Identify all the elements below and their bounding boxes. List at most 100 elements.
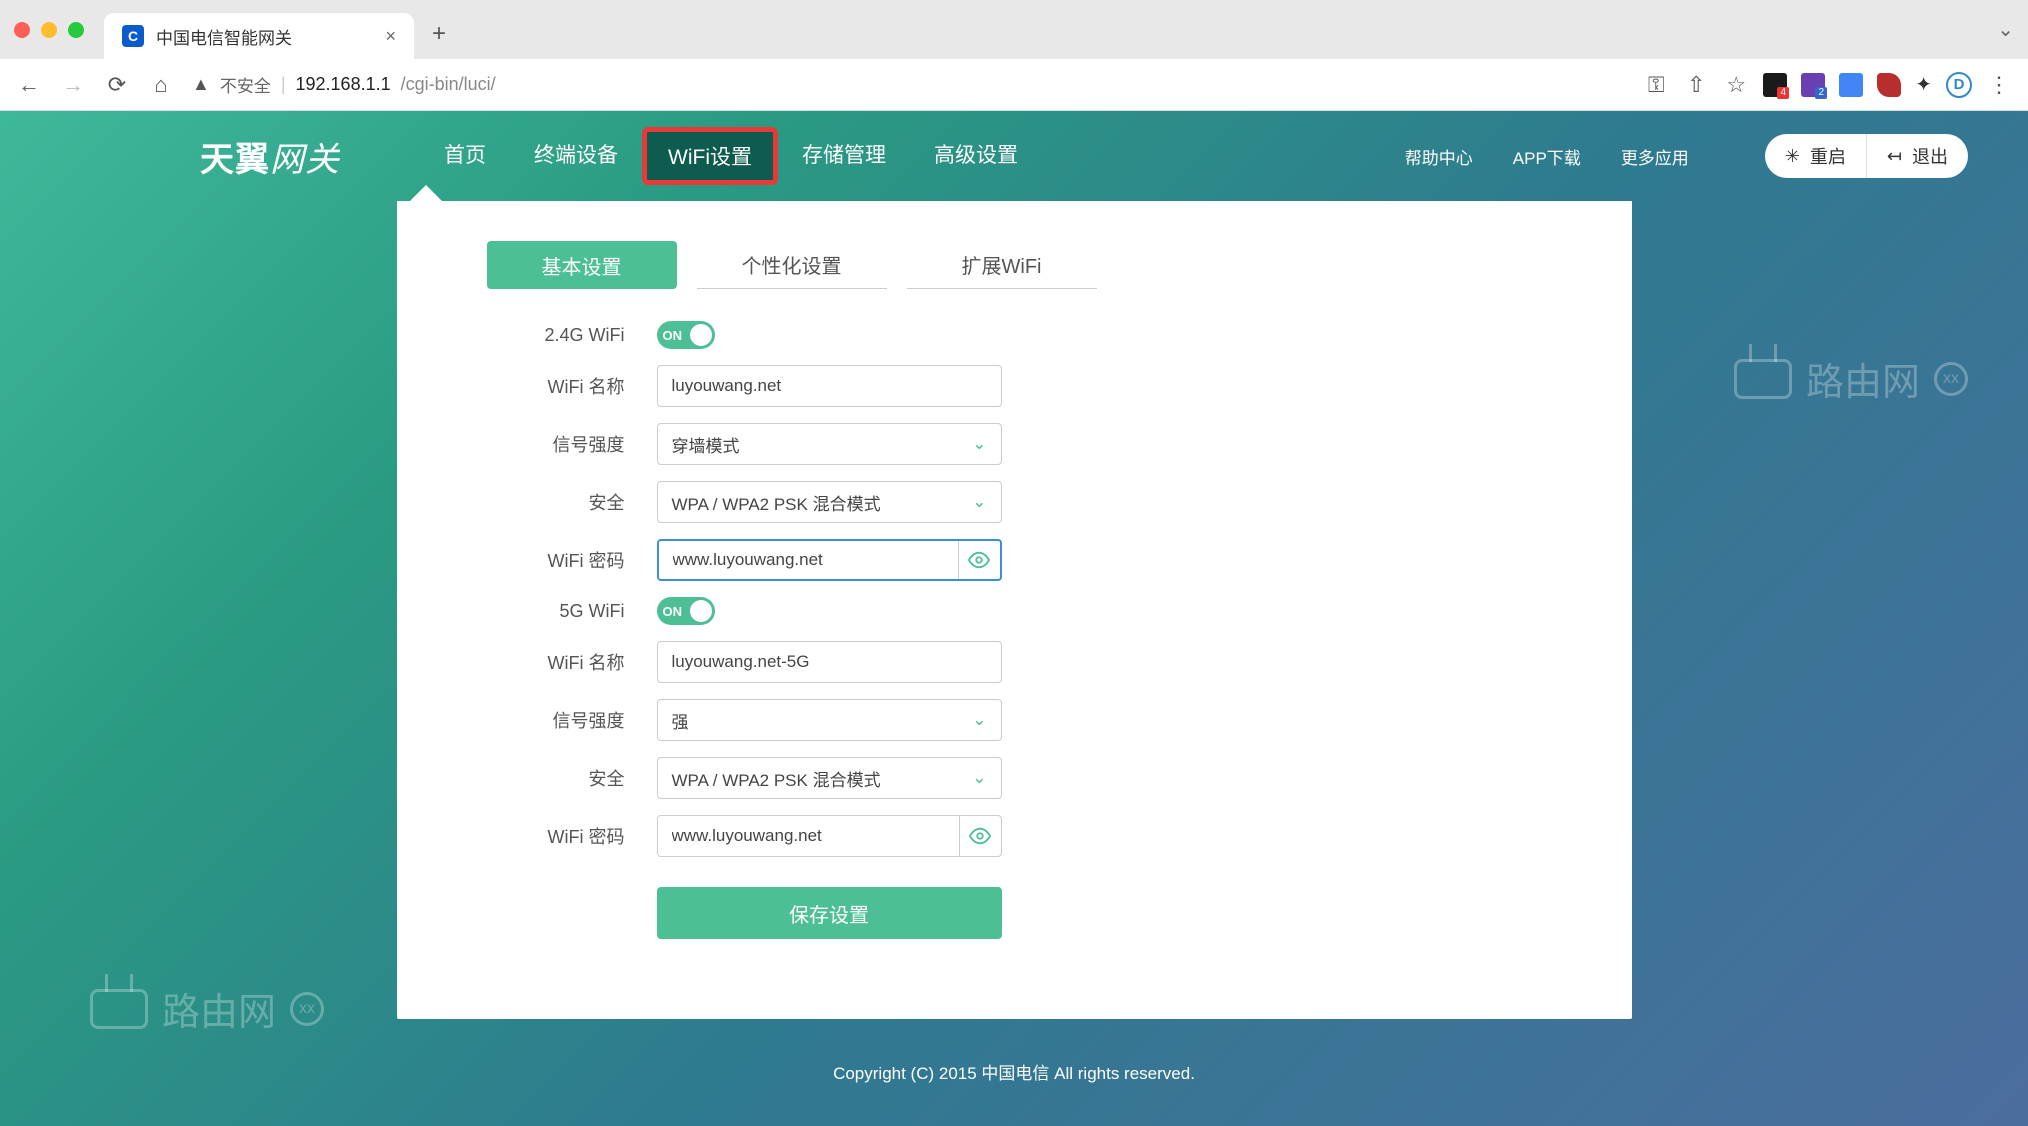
favicon-icon: C [122,25,144,47]
maximize-window-button[interactable] [68,22,84,38]
footer-copyright: Copyright (C) 2015 中国电信 All rights reser… [0,1059,2028,1084]
nav-storage[interactable]: 存储管理 [778,127,910,185]
top-nav: 天翼网关 首页 终端设备 WiFi设置 存储管理 高级设置 帮助中心 APP下载… [0,111,2028,201]
browser-tab[interactable]: C 中国电信智能网关 × [104,13,414,59]
action-buttons: ✳ 重启 ↤ 退出 [1765,134,1968,178]
extension-profile-icon[interactable]: D [1946,72,1972,98]
input-24g-password[interactable] [659,541,958,579]
extension-2-icon[interactable] [1801,73,1825,97]
nav-advanced[interactable]: 高级设置 [910,127,1042,185]
toggle-on-text: ON [663,604,683,619]
select-5g-signal[interactable]: 强 ⌄ [657,699,1002,741]
logo-main: 天翼 [200,132,270,181]
input-24g-name[interactable] [657,365,1002,407]
new-tab-button[interactable]: + [432,20,446,48]
forward-button: → [60,72,86,98]
link-more-apps[interactable]: 更多应用 [1621,144,1689,169]
home-button[interactable]: ⌂ [148,72,174,98]
select-24g-signal[interactable]: 穿墙模式 ⌄ [657,423,1002,465]
insecure-label: 不安全 [220,72,271,97]
minimize-window-button[interactable] [41,22,57,38]
chevron-down-icon: ⌄ [972,434,986,454]
back-button[interactable]: ← [16,72,42,98]
label-24g-signal: 信号强度 [397,431,657,457]
extension-1-icon[interactable] [1763,73,1787,97]
reload-button[interactable]: ⟳ [104,72,130,98]
eye-icon[interactable] [958,541,1000,579]
share-icon[interactable]: ⇧ [1683,72,1709,98]
toggle-knob [690,600,712,622]
nav-home[interactable]: 首页 [420,127,510,185]
input-24g-password-wrap [657,539,1002,581]
chevron-down-icon: ⌄ [972,710,986,730]
label-5g-toggle: 5G WiFi [397,601,657,622]
tab-title: 中国电信智能网关 [156,24,373,49]
toggle-24g[interactable]: ON [657,321,715,349]
tabs-overflow-icon[interactable]: ⌄ [1997,17,2014,42]
url-host: 192.168.1.1 [296,74,391,95]
save-button[interactable]: 保存设置 [657,887,1002,939]
close-tab-icon[interactable]: × [385,26,396,47]
address-bar[interactable]: ▲ 不安全 | 192.168.1.1/cgi-bin/luci/ [192,72,1625,97]
extensions-menu-icon[interactable]: ✦ [1915,72,1932,97]
toggle-on-text: ON [663,328,683,343]
nav-wifi[interactable]: WiFi设置 [642,127,778,185]
window-controls [14,22,84,38]
logout-button[interactable]: ↤ 退出 [1867,134,1968,178]
link-help[interactable]: 帮助中心 [1405,144,1473,169]
toolbar-right: ⚿ ⇧ ☆ ✦ D ⋮ [1643,72,2012,98]
main-nav: 首页 终端设备 WiFi设置 存储管理 高级设置 [420,127,1042,185]
wifi-form: 2.4G WiFi ON WiFi 名称 信号强度 [397,321,1632,939]
insecure-icon: ▲ [192,74,210,95]
menu-icon[interactable]: ⋮ [1986,72,2012,98]
restart-button[interactable]: ✳ 重启 [1765,134,1867,178]
logo-sub: 网关 [270,132,340,181]
select-value: WPA / WPA2 PSK 混合模式 [672,490,881,515]
tab-basic[interactable]: 基本设置 [487,241,677,289]
url-path: /cgi-bin/luci/ [401,74,496,95]
key-icon[interactable]: ⚿ [1643,72,1669,98]
loading-icon: ✳ [1785,146,1800,167]
content-panel: 基本设置 个性化设置 扩展WiFi 2.4G WiFi ON WiF [397,201,1632,1019]
label-24g-security: 安全 [397,489,657,515]
label-5g-password: WiFi 密码 [397,823,657,849]
select-5g-security[interactable]: WPA / WPA2 PSK 混合模式 ⌄ [657,757,1002,799]
nav-devices[interactable]: 终端设备 [510,127,642,185]
select-24g-security[interactable]: WPA / WPA2 PSK 混合模式 ⌄ [657,481,1002,523]
select-value: 穿墙模式 [672,432,740,457]
sub-tabs: 基本设置 个性化设置 扩展WiFi [397,241,1632,289]
input-5g-password[interactable] [658,816,959,856]
input-5g-name[interactable] [657,641,1002,683]
bookmark-icon[interactable]: ☆ [1723,72,1749,98]
extension-adblock-icon[interactable] [1877,73,1901,97]
label-24g-name: WiFi 名称 [397,373,657,399]
top-links: 帮助中心 APP下载 更多应用 ✳ 重启 ↤ 退出 [1405,134,1968,178]
close-window-button[interactable] [14,22,30,38]
extension-translate-icon[interactable] [1839,73,1863,97]
nav-arrow-indicator [410,185,442,201]
label-24g-password: WiFi 密码 [397,547,657,573]
content-wrap: 基本设置 个性化设置 扩展WiFi 2.4G WiFi ON WiF [0,201,2028,1019]
tab-custom[interactable]: 个性化设置 [697,241,887,289]
input-5g-password-wrap [657,815,1002,857]
eye-icon[interactable] [959,816,1001,856]
chevron-down-icon: ⌄ [972,492,986,512]
link-app-download[interactable]: APP下载 [1513,144,1581,169]
restart-label: 重启 [1810,143,1846,169]
chevron-down-icon: ⌄ [972,768,986,788]
label-24g-toggle: 2.4G WiFi [397,325,657,346]
select-value: 强 [672,708,689,733]
logo: 天翼网关 [200,132,340,181]
browser-tab-bar: C 中国电信智能网关 × + ⌄ [0,0,2028,59]
toggle-5g[interactable]: ON [657,597,715,625]
logout-label: 退出 [1912,143,1948,169]
label-5g-security: 安全 [397,765,657,791]
tab-extend-wifi[interactable]: 扩展WiFi [907,241,1097,289]
select-value: WPA / WPA2 PSK 混合模式 [672,766,881,791]
label-5g-name: WiFi 名称 [397,649,657,675]
page-body: 天翼网关 首页 终端设备 WiFi设置 存储管理 高级设置 帮助中心 APP下载… [0,111,2028,1126]
toggle-knob [690,324,712,346]
logout-icon: ↤ [1887,146,1902,167]
label-5g-signal: 信号强度 [397,707,657,733]
browser-toolbar: ← → ⟳ ⌂ ▲ 不安全 | 192.168.1.1/cgi-bin/luci… [0,59,2028,111]
